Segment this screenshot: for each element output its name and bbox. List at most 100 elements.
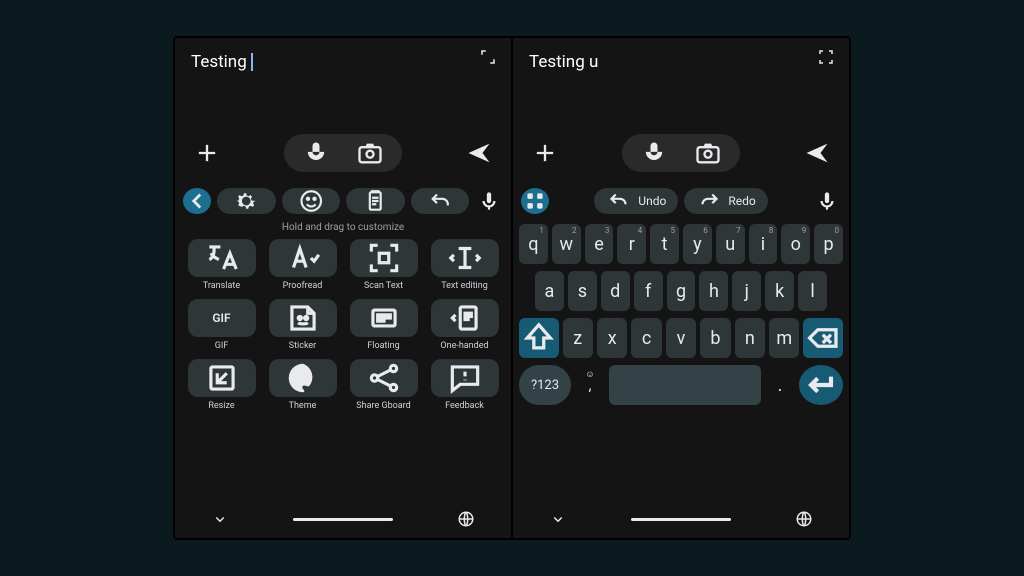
text-value: Testing <box>191 52 247 72</box>
customize-hint: Hold and drag to customize <box>185 222 501 233</box>
floating-icon <box>350 299 418 337</box>
key-h[interactable]: h <box>699 271 728 311</box>
key-w[interactable]: 2w <box>552 224 581 264</box>
tool-share[interactable]: Share Gboard <box>347 359 420 411</box>
resize-icon <box>188 359 256 397</box>
key-p[interactable]: 0p <box>814 224 843 264</box>
tools-panel: Hold and drag to customize Translate Pro… <box>175 220 511 411</box>
globe-icon[interactable] <box>457 510 475 528</box>
text-value: Testing u <box>529 52 598 72</box>
feedback-icon <box>431 359 499 397</box>
key-e[interactable]: 3e <box>585 224 614 264</box>
mic-icon[interactable] <box>302 139 330 167</box>
key-n[interactable]: n <box>735 318 765 358</box>
tool-label: Share Gboard <box>356 401 410 411</box>
undo-label: Undo <box>638 194 666 208</box>
tool-label: Translate <box>203 281 240 291</box>
key-s[interactable]: s <box>568 271 597 311</box>
nav-home-indicator[interactable] <box>293 518 393 521</box>
scan-expand-icon[interactable] <box>817 48 835 66</box>
qwerty-keyboard: 1q2w3e4r5t6y7u8i9o0p asdfghjkl zxcvbnm ?… <box>513 220 849 412</box>
send-button[interactable] <box>465 139 493 167</box>
key-o[interactable]: 9o <box>781 224 810 264</box>
key-f[interactable]: f <box>634 271 663 311</box>
key-d[interactable]: d <box>601 271 630 311</box>
key-v[interactable]: v <box>666 318 696 358</box>
tool-theme[interactable]: Theme <box>266 359 339 411</box>
tool-label: Floating <box>367 341 399 351</box>
tool-gif[interactable]: GIF GIF <box>185 299 258 351</box>
key-j[interactable]: j <box>732 271 761 311</box>
key-a[interactable]: a <box>535 271 564 311</box>
comma-key[interactable]: ☺, <box>575 365 605 405</box>
shift-key[interactable] <box>519 318 559 358</box>
symbols-key[interactable]: ?123 <box>519 365 571 405</box>
undo-chip[interactable]: Undo <box>594 188 678 214</box>
compose-action-row <box>513 126 849 184</box>
undo-icon[interactable] <box>411 188 470 214</box>
mic-icon[interactable] <box>640 139 668 167</box>
add-button[interactable] <box>531 139 559 167</box>
tool-sticker[interactable]: Sticker <box>266 299 339 351</box>
system-nav-bar <box>175 504 511 538</box>
text-input-area[interactable]: Testing <box>175 38 511 126</box>
tool-feedback[interactable]: Feedback <box>428 359 501 411</box>
tool-label: One-handed <box>440 341 488 351</box>
clipboard-icon[interactable] <box>346 188 405 214</box>
key-x[interactable]: x <box>597 318 627 358</box>
toolbar-mic-icon[interactable] <box>813 188 841 214</box>
key-l[interactable]: l <box>798 271 827 311</box>
chevron-down-icon[interactable] <box>211 510 229 528</box>
key-y[interactable]: 6y <box>683 224 712 264</box>
redo-label: Redo <box>728 194 755 208</box>
key-c[interactable]: c <box>631 318 661 358</box>
tool-label: Resize <box>208 401 234 411</box>
key-k[interactable]: k <box>765 271 794 311</box>
key-t[interactable]: 5t <box>650 224 679 264</box>
emoji-icon[interactable] <box>282 188 341 214</box>
sticker-icon <box>269 299 337 337</box>
tool-label: Scan Text <box>364 281 403 291</box>
enter-key[interactable] <box>799 365 843 405</box>
toolbar-mic-icon[interactable] <box>475 188 503 214</box>
key-m[interactable]: m <box>769 318 799 358</box>
chevron-down-icon[interactable] <box>549 510 567 528</box>
camera-icon[interactable] <box>694 139 722 167</box>
tool-resize[interactable]: Resize <box>185 359 258 411</box>
key-b[interactable]: b <box>700 318 730 358</box>
key-z[interactable]: z <box>563 318 593 358</box>
phone-left-tools-panel: Testing Hold and dra <box>175 38 511 538</box>
keyboard-toolbar <box>175 184 511 220</box>
key-q[interactable]: 1q <box>519 224 548 264</box>
camera-icon[interactable] <box>356 139 384 167</box>
backspace-key[interactable] <box>803 318 843 358</box>
apps-grid-icon[interactable] <box>521 188 549 214</box>
tool-proofread[interactable]: Proofread <box>266 239 339 291</box>
gear-icon[interactable] <box>217 188 276 214</box>
key-r[interactable]: 4r <box>617 224 646 264</box>
textedit-icon <box>431 239 499 277</box>
key-g[interactable]: g <box>667 271 696 311</box>
globe-icon[interactable] <box>795 510 813 528</box>
nav-home-indicator[interactable] <box>631 518 731 521</box>
period-key[interactable]: . <box>765 365 795 405</box>
spacebar-key[interactable] <box>609 365 761 405</box>
key-i[interactable]: 8i <box>749 224 778 264</box>
send-button[interactable] <box>803 139 831 167</box>
add-button[interactable] <box>193 139 221 167</box>
compose-action-row <box>175 126 511 184</box>
expand-icon[interactable] <box>479 48 497 66</box>
redo-chip[interactable]: Redo <box>684 188 767 214</box>
key-u[interactable]: 7u <box>716 224 745 264</box>
voice-camera-pill <box>622 134 740 172</box>
tool-textedit[interactable]: Text editing <box>428 239 501 291</box>
tool-translate[interactable]: Translate <box>185 239 258 291</box>
back-icon[interactable] <box>183 188 211 214</box>
tool-floating[interactable]: Floating <box>347 299 420 351</box>
tool-onehanded[interactable]: One-handed <box>428 299 501 351</box>
scan-icon <box>350 239 418 277</box>
tool-scan[interactable]: Scan Text <box>347 239 420 291</box>
phone-right-keyboard: Testing u Undo Redo <box>513 38 849 538</box>
tool-label: Proofread <box>283 281 323 291</box>
text-input-area[interactable]: Testing u <box>513 38 849 126</box>
